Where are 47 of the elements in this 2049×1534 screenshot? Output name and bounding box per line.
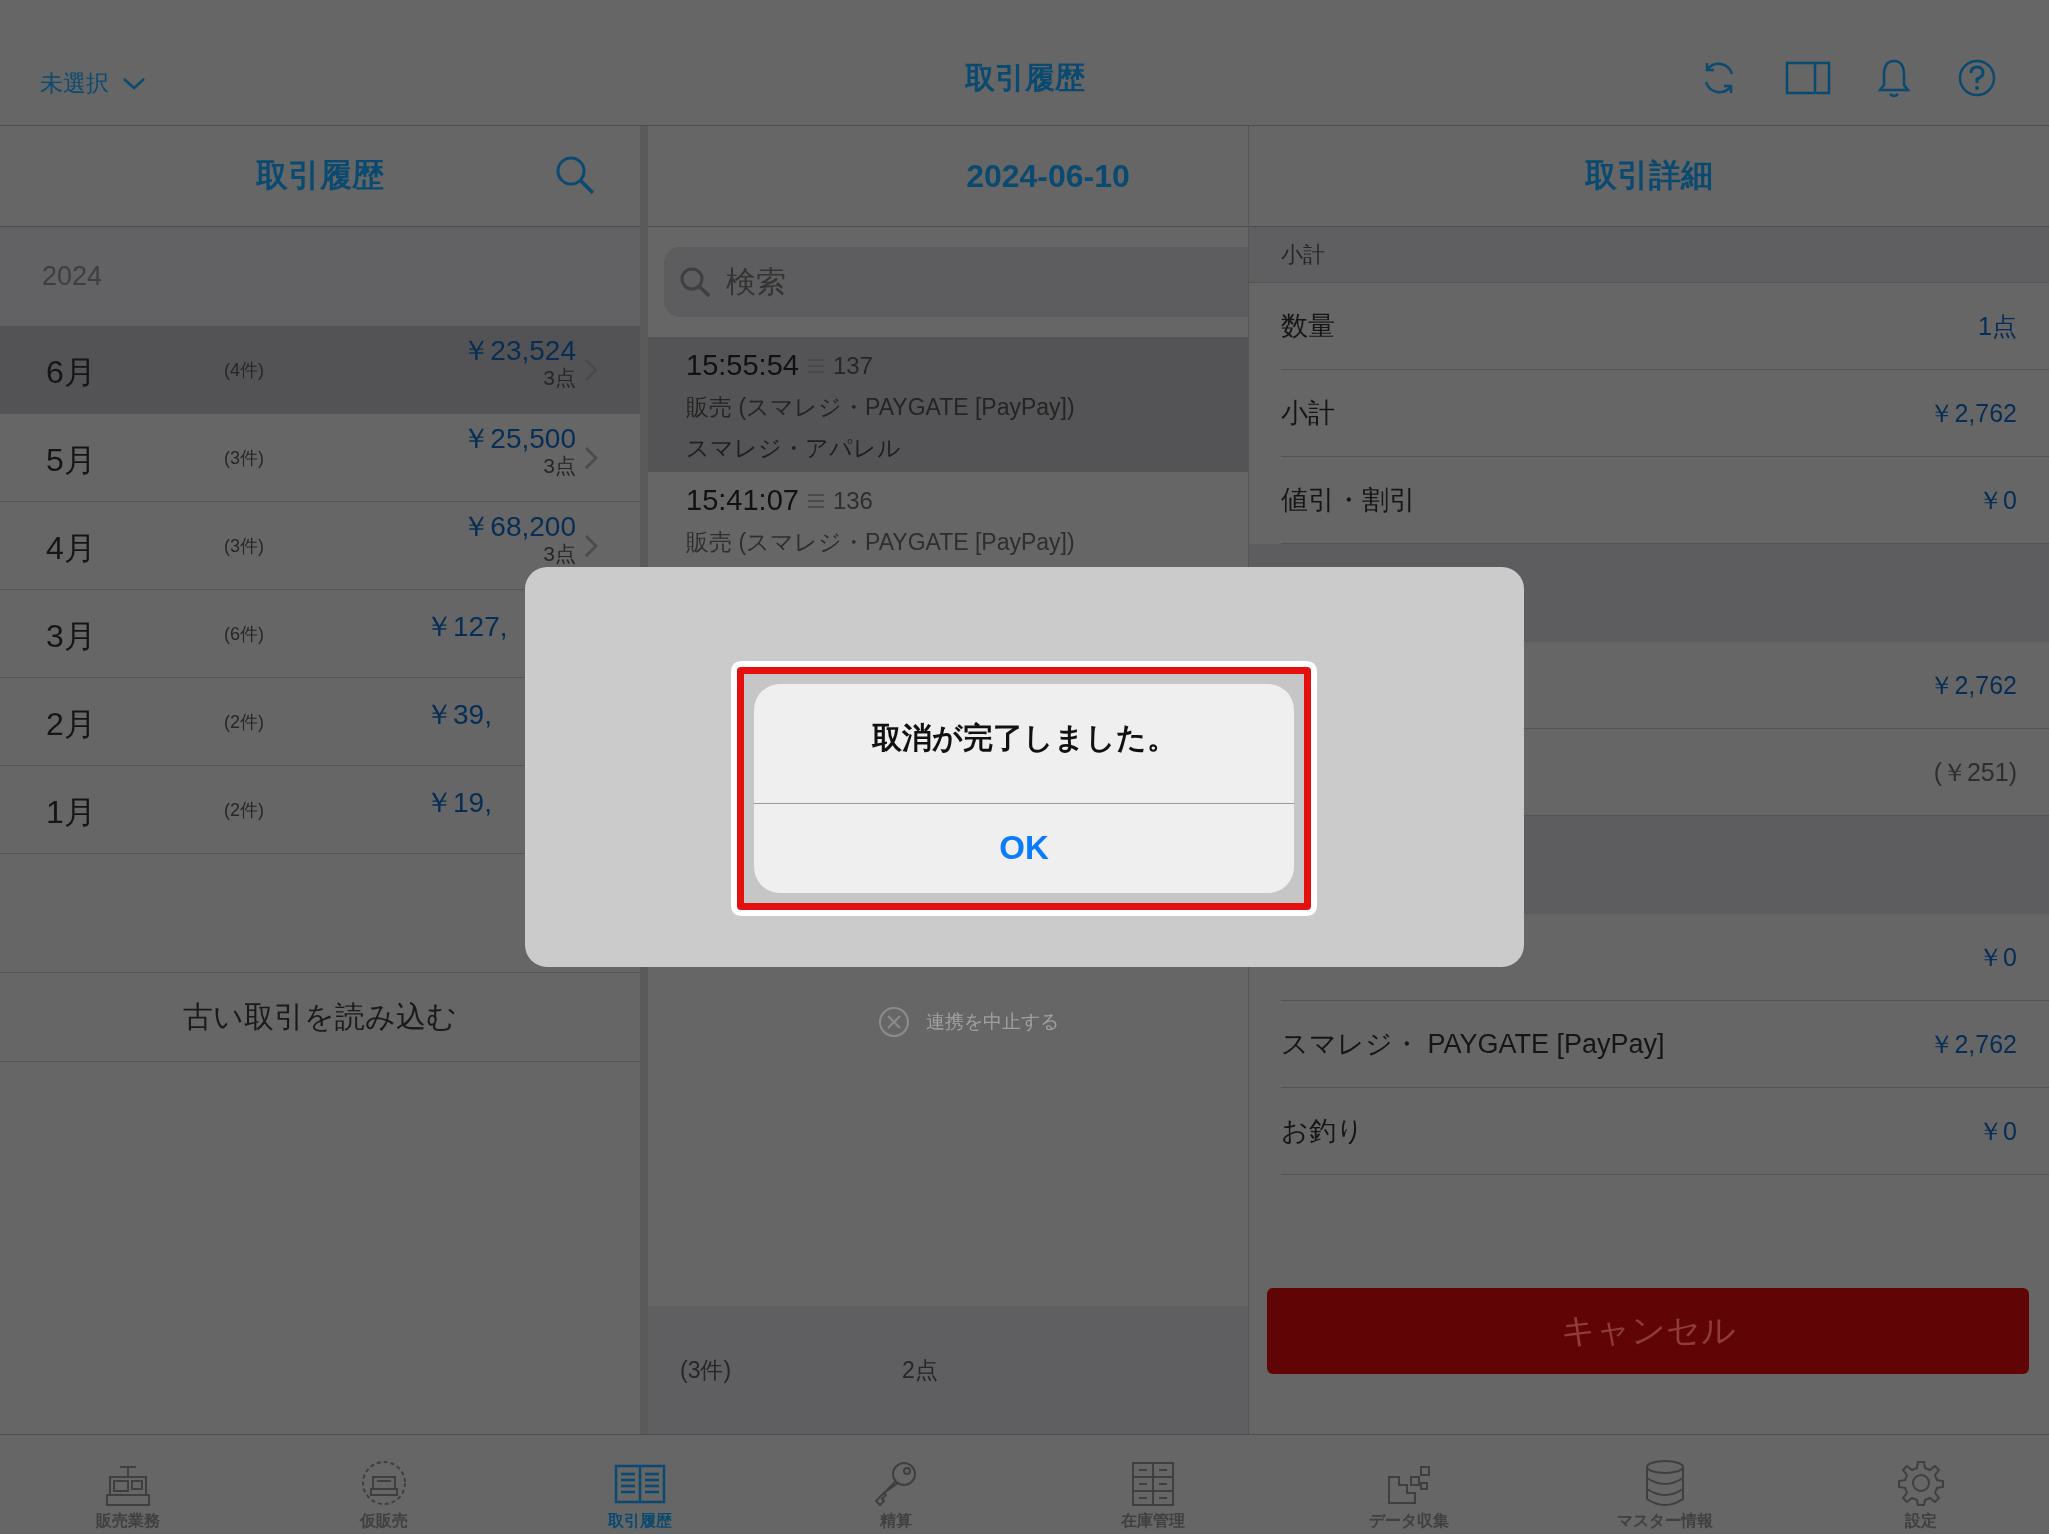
- detail-label: お釣り: [1281, 1115, 1364, 1148]
- panel-title: 2024-06-10: [966, 157, 1130, 195]
- transaction-count: (3件): [680, 1355, 733, 1385]
- section-label: 小計: [1281, 240, 1325, 269]
- detail-value: (￥251): [1933, 756, 2017, 788]
- store-name: スマレジ・アパレル: [686, 434, 902, 463]
- detail-label: 数量: [1281, 310, 1335, 343]
- detail-label: 小計: [1281, 397, 1335, 430]
- detail-value: ￥2,762: [1929, 669, 2017, 701]
- help-icon[interactable]: [1957, 58, 1997, 98]
- close-circle-icon: [877, 1006, 910, 1038]
- detail-label: 値引・割引: [1281, 484, 1416, 517]
- month-row[interactable]: 5月 (3件) ￥25,500 3点: [0, 414, 640, 502]
- stop-link[interactable]: 連携を中止する: [877, 1006, 1059, 1038]
- transaction-type: 販売 (スマレジ・PAYGATE [PayPay]): [686, 528, 1076, 557]
- detail-value: 1点: [1978, 310, 2017, 342]
- item-count: 2点: [902, 1355, 938, 1385]
- transaction-time: 15:41:07: [686, 484, 799, 517]
- screen-title: 取引履歴: [964, 60, 1085, 96]
- settings-icon: [1896, 1459, 1945, 1507]
- chevron-right-icon: [584, 533, 598, 558]
- detail-value: ￥0: [1978, 1115, 2017, 1147]
- cancel-button[interactable]: キャンセル: [1267, 1288, 2029, 1374]
- dashed-register-icon: [360, 1459, 409, 1507]
- tab-item[interactable]: 取引履歴: [512, 1435, 769, 1534]
- split-view-icon[interactable]: [1785, 61, 1831, 95]
- panel-title: 取引履歴: [256, 156, 384, 195]
- chevron-right-icon: [584, 445, 598, 470]
- panel-title: 取引詳細: [1585, 156, 1713, 195]
- load-older-button[interactable]: 古い取引を読み込む: [0, 972, 640, 1062]
- detail-value: ￥2,762: [1929, 397, 2017, 429]
- detail-label: スマレジ・ PAYGATE [PayPay]: [1281, 1028, 1665, 1061]
- detail-value: ￥0: [1978, 941, 2017, 973]
- chevron-down-icon: [121, 75, 147, 92]
- search-icon: [678, 265, 712, 299]
- cash-register-icon: [104, 1463, 153, 1507]
- detail-value: ￥0: [1978, 484, 2017, 516]
- transaction-row[interactable]: 15:41:07 136 販売 (スマレジ・PAYGATE [PayPay]): [648, 472, 1248, 566]
- detail-value: ￥2,762: [1929, 1028, 2017, 1060]
- alert-message: 取消が完了しました。: [754, 683, 1294, 804]
- transaction-time: 15:55:54: [686, 349, 799, 382]
- store-selector[interactable]: 未選択: [40, 68, 147, 99]
- ok-button[interactable]: OK: [754, 803, 1294, 893]
- receipt-lines-icon: [806, 491, 825, 510]
- transaction-number: 136: [832, 486, 873, 515]
- search-icon[interactable]: [554, 154, 596, 196]
- bell-icon[interactable]: [1877, 57, 1911, 99]
